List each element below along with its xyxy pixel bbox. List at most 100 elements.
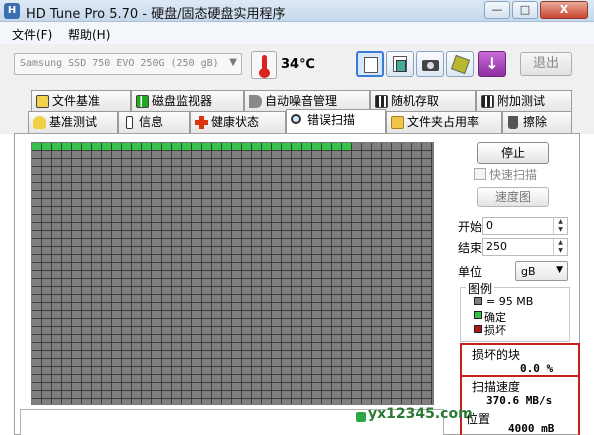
- scan-block: [242, 383, 252, 391]
- scan-block: [282, 143, 292, 151]
- scan-block: [222, 391, 232, 399]
- spin-up-icon[interactable]: ▲: [554, 218, 567, 226]
- scan-block: [292, 343, 302, 351]
- scan-block: [82, 375, 92, 383]
- options-button[interactable]: [446, 51, 474, 77]
- tab-health[interactable]: 健康状态: [190, 111, 286, 133]
- scan-block: [422, 351, 432, 359]
- scan-block: [52, 359, 62, 367]
- screenshot-button[interactable]: [416, 51, 444, 77]
- start-spinner[interactable]: ▲ ▼: [553, 218, 567, 234]
- scan-block: [272, 399, 282, 404]
- scan-block: [292, 391, 302, 399]
- scan-block: [342, 247, 352, 255]
- scan-block: [172, 279, 182, 287]
- end-spinner[interactable]: ▲ ▼: [553, 239, 567, 255]
- menu-help[interactable]: 帮助(H): [68, 26, 110, 43]
- scan-block: [92, 351, 102, 359]
- scan-block: [272, 231, 282, 239]
- scan-block: [42, 303, 52, 311]
- scan-block: [142, 231, 152, 239]
- scan-block: [342, 183, 352, 191]
- scan-block: [222, 375, 232, 383]
- scan-block: [282, 303, 292, 311]
- scan-block: [312, 319, 322, 327]
- scan-block: [152, 343, 162, 351]
- tab-file-benchmark[interactable]: 文件基准: [31, 90, 131, 112]
- maximize-button[interactable]: □: [512, 1, 538, 19]
- scan-block: [372, 239, 382, 247]
- scan-block: [282, 247, 292, 255]
- tab-error-scan[interactable]: 错误扫描: [286, 109, 386, 133]
- scan-block: [392, 375, 402, 383]
- scan-block: [42, 367, 52, 375]
- scan-block: [302, 271, 312, 279]
- scan-block: [322, 183, 332, 191]
- scan-block: [152, 167, 162, 175]
- scan-block: [332, 287, 342, 295]
- scan-block: [262, 207, 272, 215]
- scan-block: [352, 143, 362, 151]
- tab-benchmark[interactable]: 基准测试: [28, 111, 118, 133]
- scan-block: [422, 343, 432, 351]
- scan-block: [312, 159, 322, 167]
- scan-block: [52, 383, 62, 391]
- scan-block: [52, 335, 62, 343]
- scan-block: [52, 207, 62, 215]
- scan-block: [92, 271, 102, 279]
- tab-info[interactable]: 信息: [118, 111, 190, 133]
- quick-scan-checkbox[interactable]: [474, 168, 486, 180]
- scan-block: [162, 199, 172, 207]
- scan-block: [362, 183, 372, 191]
- unit-select[interactable]: gB ▼: [515, 261, 568, 281]
- tab-extra-tests[interactable]: 附加测试: [476, 90, 572, 112]
- scan-block: [132, 191, 142, 199]
- scan-block: [162, 255, 172, 263]
- drive-select[interactable]: Samsung SSD 750 EVO 250G (250 gB) ▼: [14, 53, 242, 75]
- scan-block: [82, 207, 92, 215]
- save-button[interactable]: ↓: [478, 51, 506, 77]
- tab-folder-usage[interactable]: 文件夹占用率: [386, 111, 502, 133]
- scan-block: [222, 271, 232, 279]
- scan-block: [402, 343, 412, 351]
- scan-block: [392, 351, 402, 359]
- scan-block: [422, 391, 432, 399]
- start-input[interactable]: 0 ▲ ▼: [482, 217, 568, 235]
- scan-block: [32, 279, 42, 287]
- scan-block: [112, 399, 122, 404]
- scan-block: [362, 311, 372, 319]
- close-button[interactable]: X: [540, 1, 588, 19]
- scan-block: [192, 335, 202, 343]
- spin-down-icon[interactable]: ▼: [554, 247, 567, 255]
- health-cross-icon: [195, 116, 208, 129]
- scan-block: [112, 239, 122, 247]
- scan-block: [192, 223, 202, 231]
- speed-map-button[interactable]: 速度图: [477, 187, 549, 207]
- spin-down-icon[interactable]: ▼: [554, 226, 567, 234]
- exit-button[interactable]: 退出: [520, 52, 572, 76]
- scan-block: [252, 311, 262, 319]
- copy-info-button[interactable]: [356, 51, 384, 77]
- tab-erase[interactable]: 擦除: [502, 111, 572, 133]
- scan-block: [272, 199, 282, 207]
- minimize-button[interactable]: —: [484, 1, 510, 19]
- scan-block: [262, 247, 272, 255]
- scan-block: [132, 247, 142, 255]
- scan-block: [372, 383, 382, 391]
- scan-block: [352, 287, 362, 295]
- scan-block: [142, 239, 152, 247]
- tab-disk-monitor[interactable]: 磁盘监视器: [131, 90, 244, 112]
- scan-block: [372, 199, 382, 207]
- scan-block: [242, 287, 252, 295]
- scan-block: [52, 167, 62, 175]
- scan-block: [152, 183, 162, 191]
- scan-block: [292, 327, 302, 335]
- menu-file[interactable]: 文件(F): [12, 26, 52, 43]
- stop-button[interactable]: 停止: [477, 142, 549, 164]
- end-input[interactable]: 250 ▲ ▼: [482, 238, 568, 256]
- copy-all-button[interactable]: [386, 51, 414, 77]
- scan-block: [372, 215, 382, 223]
- spin-up-icon[interactable]: ▲: [554, 239, 567, 247]
- scan-block: [362, 175, 372, 183]
- scan-block: [352, 183, 362, 191]
